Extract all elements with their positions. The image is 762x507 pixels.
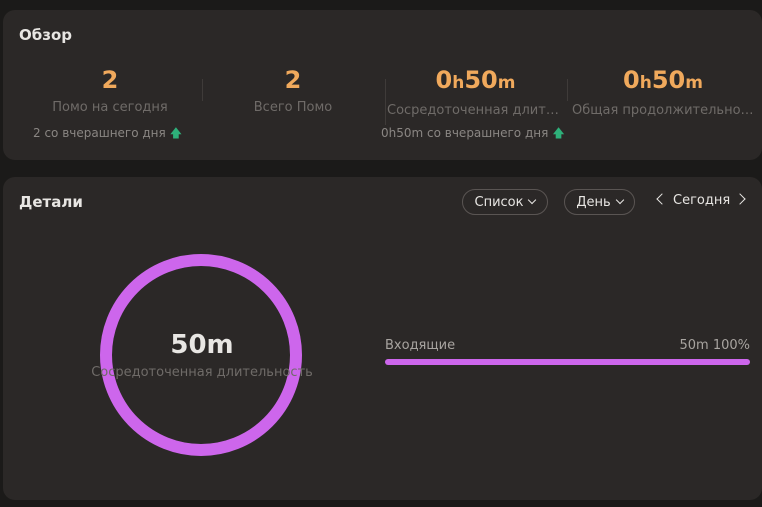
ring-label: Сосредоточенная длительность <box>91 365 313 380</box>
overview-title: Обзор <box>19 26 72 44</box>
view-select[interactable]: Список <box>462 189 548 215</box>
stat-label: Сосредоточенная длительность <box>387 103 568 118</box>
date-label: Сегодня <box>673 193 731 208</box>
view-select-label: Список <box>474 194 524 210</box>
stat-value: 2 <box>284 66 302 94</box>
stat-label: Всего Помо <box>253 100 333 115</box>
project-bar <box>385 359 750 365</box>
stat-pomo-today: 2 Помо на сегодня <box>15 64 205 115</box>
stat-focus-duration: 0h50m Сосредоточенная длительность <box>383 64 568 118</box>
arrow-up-icon: 🡅 <box>169 126 183 140</box>
chevron-down-icon <box>528 195 537 205</box>
project-label: Входящие <box>385 338 456 353</box>
chevron-down-icon <box>615 195 624 205</box>
project-meta: 50m 100% <box>679 338 750 353</box>
period-select-label: День <box>576 194 611 210</box>
delta-text: 2 со вчерашнего дня <box>33 126 166 140</box>
chevron-left-icon[interactable] <box>656 193 668 205</box>
delta-text: 0h50m со вчерашнего дня <box>381 126 549 140</box>
focus-ring-chart: 50m Сосредоточенная длительность <box>91 252 313 462</box>
ring-value: 50m <box>170 330 234 360</box>
stat-value: 0h50m <box>623 66 703 94</box>
stat-pomo-total: 2 Всего Помо <box>198 64 388 115</box>
stat-total-duration: 0h50m Общая продолжительность <box>568 64 758 118</box>
period-select[interactable]: День <box>564 189 635 215</box>
details-title: Детали <box>19 193 83 211</box>
stat-label: Помо на сегодня <box>52 100 168 115</box>
stat-delta: 2 со вчерашнего дня 🡅 <box>33 124 182 145</box>
project-bar-fill <box>385 359 750 365</box>
details-card: Детали Список День Сегодня 50m Сосредото… <box>3 177 762 500</box>
stat-delta: 🡅0h50m со вчерашнего дня <box>381 124 567 145</box>
stat-value: 2 <box>101 66 119 94</box>
stat-label: Общая продолжительность <box>572 103 758 118</box>
overview-card: Обзор 2 Помо на сегодня 2 со вчерашнего … <box>3 10 762 160</box>
chevron-right-icon[interactable] <box>734 193 746 205</box>
arrow-up-icon: 🡅 <box>552 126 565 140</box>
stat-value: 0h50m <box>435 66 516 94</box>
